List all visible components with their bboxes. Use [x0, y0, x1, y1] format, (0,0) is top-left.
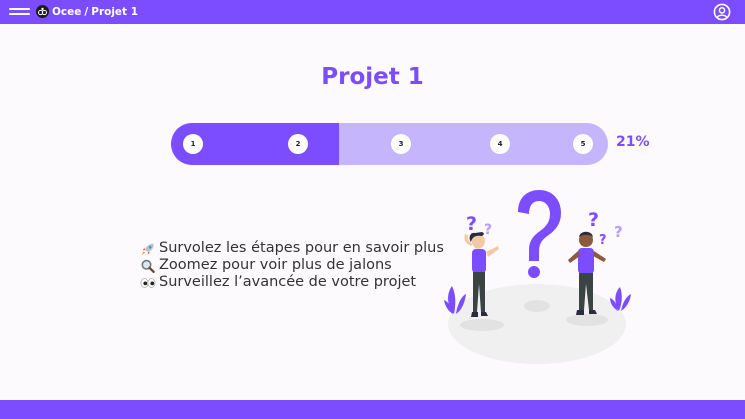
tips-list: Survolez les étapes pour en savoir plus …: [140, 240, 444, 291]
tip-text: Surveillez l’avancée de votre projet: [159, 274, 417, 290]
milestone-step-3[interactable]: 3: [391, 134, 411, 154]
project-title: Projet 1: [321, 64, 424, 90]
question-mark-small-icon: ?: [599, 233, 607, 248]
rocket-icon: [142, 243, 154, 255]
question-mark-small-icon: ?: [614, 223, 623, 241]
progress-track: 1 2 3 4 5: [171, 123, 608, 165]
milestone-step-4[interactable]: 4: [490, 134, 510, 154]
bottom-bar: [0, 400, 745, 419]
tip-hover-steps: Survolez les étapes pour en savoir plus: [140, 240, 444, 257]
hamburger-menu-icon[interactable]: [9, 6, 30, 18]
question-mark-small-icon: ?: [588, 209, 599, 231]
question-mark-small-icon: ?: [484, 222, 492, 238]
top-bar: Ocee / Projet 1: [0, 0, 745, 24]
breadcrumb: Ocee / Projet 1: [52, 4, 138, 20]
big-question-mark-icon: [518, 190, 561, 261]
confused-people-illustration: ? ? ? ? ?: [444, 190, 631, 364]
milestone-step-2[interactable]: 2: [288, 134, 308, 154]
tip-text: Survolez les étapes pour en savoir plus: [159, 240, 444, 256]
eyes-icon: [140, 277, 156, 288]
breadcrumb-page: Projet 1: [91, 6, 139, 18]
magnifier-icon: [141, 259, 155, 273]
tip-zoom: Zoomez pour voir plus de jalons: [140, 257, 444, 274]
breadcrumb-app[interactable]: Ocee: [52, 6, 81, 18]
ocee-logo-icon[interactable]: [36, 5, 49, 18]
person-right-shadow: [566, 314, 608, 326]
question-mark-small-icon: ?: [466, 213, 477, 235]
tip-text: Zoomez pour voir plus de jalons: [159, 257, 392, 273]
account-circle-icon[interactable]: [713, 3, 731, 21]
tip-monitor: Surveillez l’avancée de votre projet: [140, 274, 444, 291]
person-left-shadow: [460, 319, 504, 331]
progress-percent: 21%: [616, 134, 650, 150]
question-mark-shadow: [524, 300, 550, 312]
milestone-step-1[interactable]: 1: [183, 134, 203, 154]
milestone-step-5[interactable]: 5: [573, 134, 593, 154]
breadcrumb-separator: /: [84, 6, 89, 18]
